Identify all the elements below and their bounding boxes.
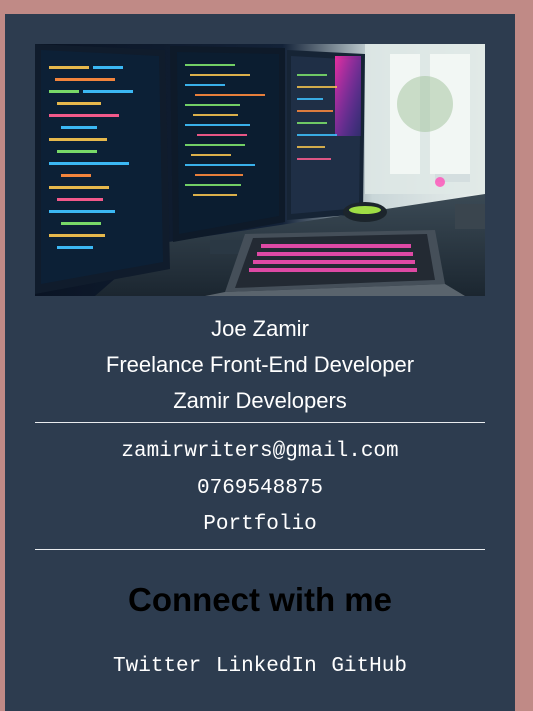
profile-role: Freelance Front-End Developer xyxy=(105,352,415,377)
linkedin-link[interactable]: LinkedIn xyxy=(216,655,317,678)
portfolio-link[interactable]: Portfolio xyxy=(5,507,515,544)
profile-company: Zamir Developers xyxy=(173,388,347,413)
github-link[interactable]: GitHub xyxy=(331,655,407,678)
contact-block: zamirwriters@gmail.com 0769548875 Portfo… xyxy=(5,434,515,544)
social-links: Twitter LinkedIn GitHub xyxy=(5,652,515,682)
profile-name: Joe Zamir xyxy=(211,316,309,341)
profile-card: Joe Zamir Freelance Front-End Developer … xyxy=(5,14,515,711)
connect-heading: Connect with me xyxy=(127,581,393,618)
hero-image xyxy=(35,44,485,296)
twitter-link[interactable]: Twitter xyxy=(113,655,201,678)
divider xyxy=(35,549,485,550)
email-link[interactable]: zamirwriters@gmail.com xyxy=(5,434,515,471)
identity-block: Joe Zamir Freelance Front-End Developer … xyxy=(5,311,515,419)
divider xyxy=(35,422,485,423)
phone-link[interactable]: 0769548875 xyxy=(5,471,515,508)
